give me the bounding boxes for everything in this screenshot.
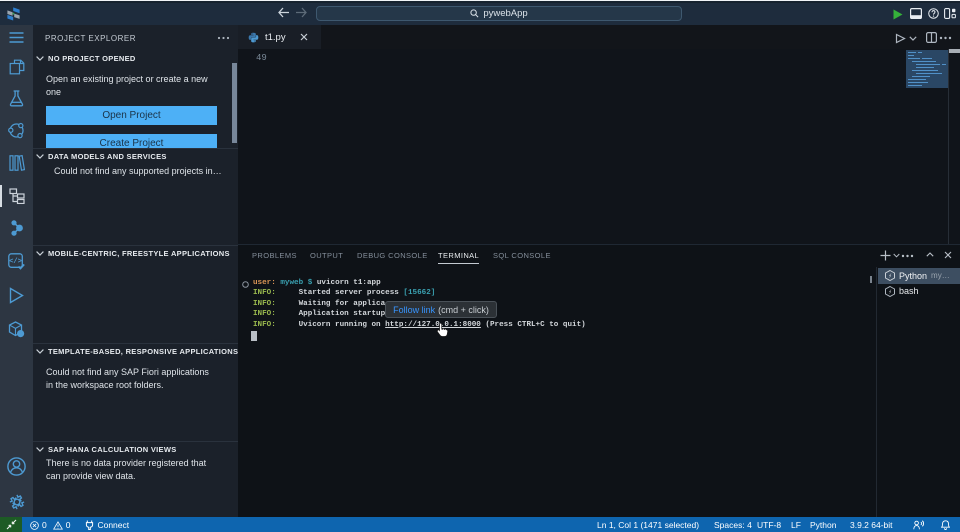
svg-text:</>: </>	[9, 258, 22, 266]
